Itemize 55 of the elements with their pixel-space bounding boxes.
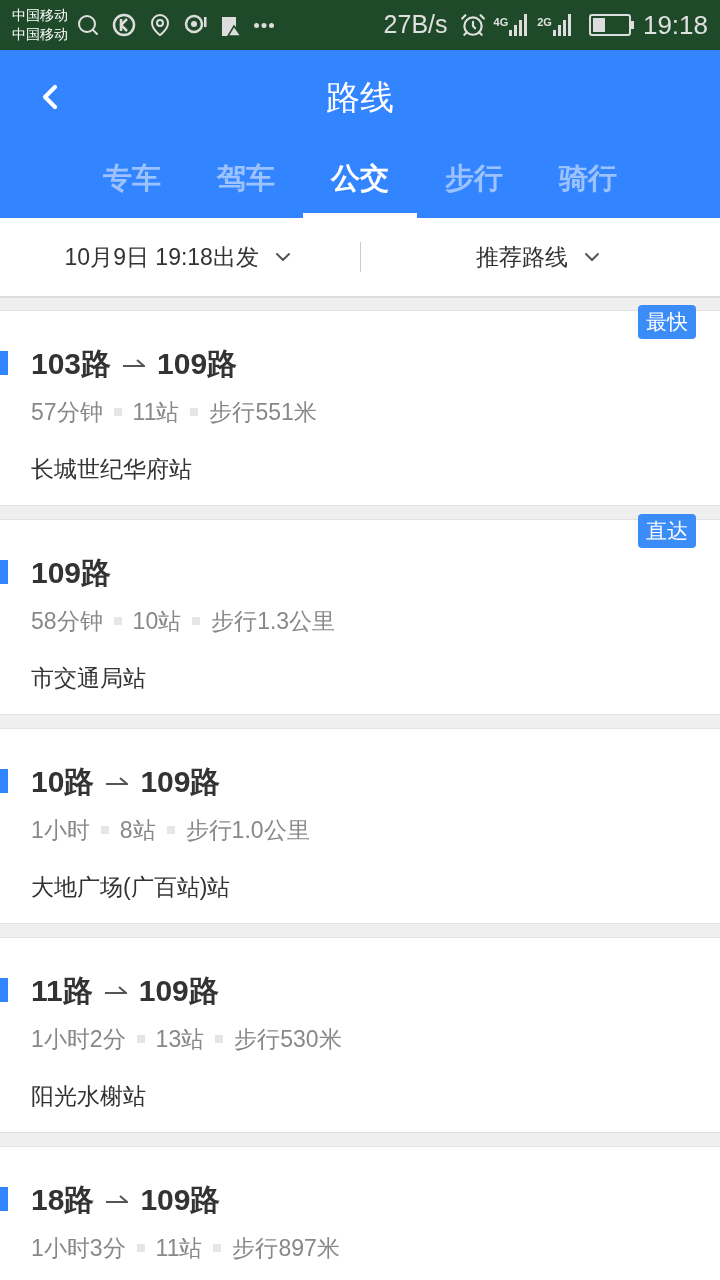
route-card[interactable]: 18路 109路 1小时3分 11站 步行897米 xyxy=(0,1146,720,1280)
filter-dropdown[interactable]: 10月9日 19:18出发 xyxy=(0,239,360,275)
route-info: 57分钟 xyxy=(31,398,103,427)
route-info: 步行551米 xyxy=(209,398,317,427)
bus-line: 109路 xyxy=(31,554,112,591)
station-name: 长城世纪华府站 xyxy=(30,454,193,484)
bus-line: 10路 xyxy=(31,763,95,800)
route-tag: 直达 xyxy=(638,514,696,548)
route-info: 步行1.3公里 xyxy=(211,607,336,636)
bus-line: 103路 xyxy=(31,345,112,382)
bus-line: 109路 xyxy=(140,763,221,800)
route-marker xyxy=(0,351,8,375)
route-info: 11站 xyxy=(132,398,180,427)
circle-k-icon xyxy=(112,13,136,37)
route-info: 11站 xyxy=(155,1234,203,1263)
route-info: 8站 xyxy=(119,816,156,845)
station-name: 阳光水榭站 xyxy=(30,1081,147,1111)
route-info: 58分钟 xyxy=(31,607,103,636)
network-speed: 27B/s xyxy=(383,9,448,41)
route-tag: 最快 xyxy=(638,305,696,339)
bus-line: 11路 xyxy=(31,972,93,1009)
bus-line: 109路 xyxy=(157,345,238,382)
carrier-label: 中国移动 xyxy=(12,6,68,25)
signal-icon xyxy=(509,14,530,36)
route-marker xyxy=(0,769,8,793)
route-card[interactable]: 11路 109路 1小时2分 13站 步行530米 阳光水榭站 xyxy=(0,937,720,1133)
route-info: 13站 xyxy=(155,1025,205,1054)
route-marker xyxy=(0,978,8,1002)
route-info: 1小时2分 xyxy=(31,1025,126,1054)
route-marker xyxy=(0,1187,8,1211)
route-info: 10站 xyxy=(132,607,182,636)
page-title: 路线 xyxy=(326,76,394,118)
battery-icon xyxy=(588,14,635,36)
route-card[interactable]: 10路 109路 1小时 8站 步行1.0公里 大地广场(广百站)站 xyxy=(0,728,720,924)
route-info: 步行530米 xyxy=(234,1025,342,1054)
route-info: 1小时 xyxy=(31,816,90,845)
location-icon xyxy=(148,13,172,37)
bus-line: 18路 xyxy=(31,1181,95,1218)
route-info: 步行897米 xyxy=(232,1234,340,1263)
bus-line: 109路 xyxy=(138,972,219,1009)
filter-dropdown[interactable]: 推荐路线 xyxy=(360,239,720,275)
route-info: 步行1.0公里 xyxy=(185,816,310,845)
route-marker xyxy=(0,560,8,584)
station-name: 大地广场(广百站)站 xyxy=(30,872,232,902)
alarm-icon xyxy=(459,12,486,38)
search-icon xyxy=(76,13,100,37)
network-type-label: 2G xyxy=(537,15,552,30)
route-info: 1小时3分 xyxy=(31,1234,126,1263)
signal-icon xyxy=(552,14,573,36)
station-name: 市交通局站 xyxy=(30,663,147,693)
network-type-label: 4G xyxy=(493,15,509,30)
carrier-label: 中国移动 xyxy=(12,25,68,44)
more-icon xyxy=(254,22,274,28)
bus-line: 109路 xyxy=(140,1181,221,1218)
clock-time: 19:18 xyxy=(642,8,708,42)
